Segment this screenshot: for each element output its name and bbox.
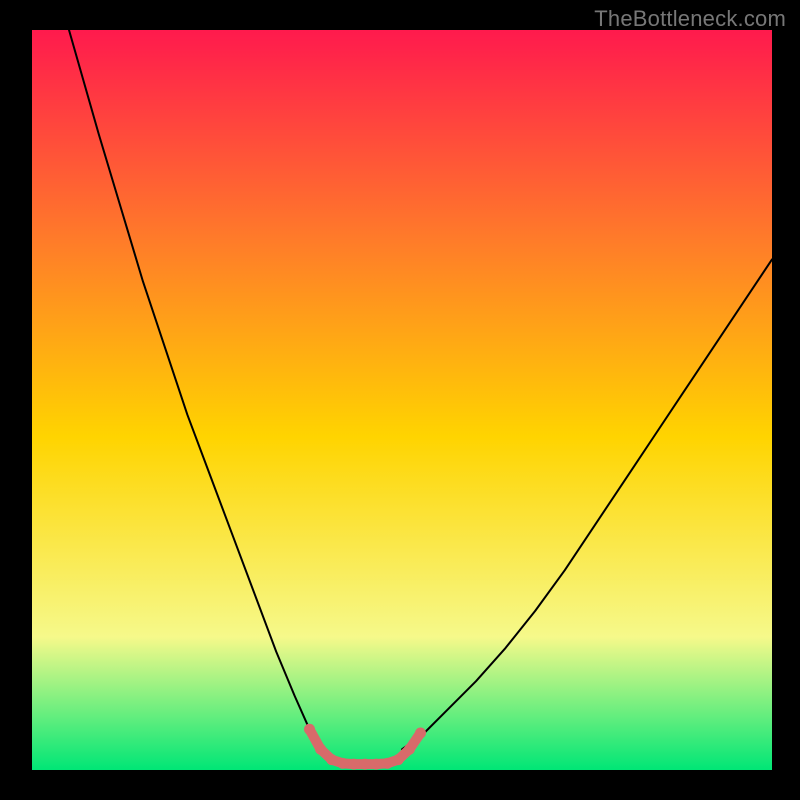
plot-svg	[0, 0, 800, 800]
series-low-valley-dot	[393, 754, 404, 765]
series-low-valley-dot	[415, 728, 426, 739]
chart-stage: TheBottleneck.com	[0, 0, 800, 800]
series-low-valley-dot	[315, 744, 326, 755]
series-low-valley-dot	[337, 758, 348, 769]
plot-background	[32, 30, 772, 770]
series-low-valley-dot	[348, 759, 359, 770]
series-low-valley-dot	[382, 758, 393, 769]
watermark-text: TheBottleneck.com	[594, 6, 786, 32]
series-low-valley-dot	[404, 744, 415, 755]
series-low-valley-dot	[360, 759, 371, 770]
series-low-valley-dot	[371, 759, 382, 770]
series-low-valley-dot	[326, 754, 337, 765]
series-low-valley-dot	[304, 724, 315, 735]
